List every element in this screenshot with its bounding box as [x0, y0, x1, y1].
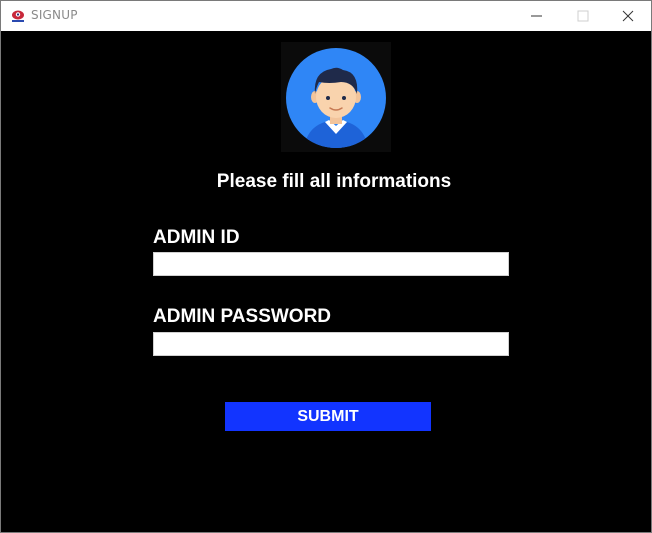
minimize-icon	[531, 15, 542, 17]
signup-window: SIGNUP Please fill all informations ADMI…	[0, 0, 652, 533]
admin-password-input[interactable]	[153, 332, 509, 356]
window-title: SIGNUP	[31, 8, 78, 22]
admin-id-input[interactable]	[153, 252, 509, 276]
maximize-button[interactable]	[560, 1, 606, 31]
minimize-button[interactable]	[514, 1, 560, 31]
signup-form: Please fill all informations ADMIN ID AD…	[1, 31, 651, 532]
form-heading: Please fill all informations	[216, 171, 452, 192]
user-avatar-icon	[281, 42, 391, 152]
submit-button[interactable]: SUBMIT	[225, 402, 431, 431]
admin-id-label: ADMIN ID	[153, 227, 240, 248]
admin-password-label: ADMIN PASSWORD	[153, 306, 332, 327]
close-icon	[622, 10, 634, 22]
title-bar[interactable]: SIGNUP	[1, 1, 651, 31]
close-button[interactable]	[605, 1, 651, 31]
maximize-icon	[577, 10, 589, 22]
app-icon	[12, 10, 24, 22]
